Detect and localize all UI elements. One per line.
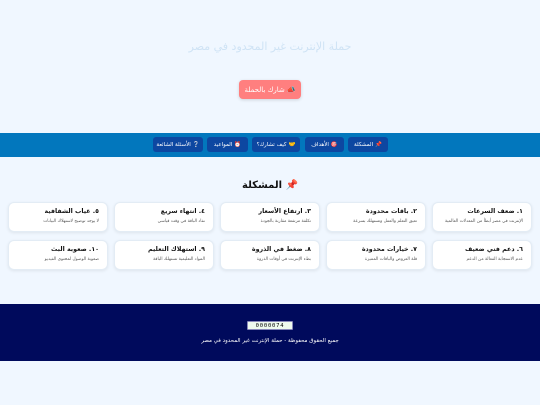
- pin-icon: 📌: [285, 180, 298, 191]
- card-title: ٤. انتهاء سريع: [160, 208, 205, 215]
- card-description: تعيق التعلم والعمل وتستهلك بسرعة: [353, 219, 417, 224]
- problem-card: ٣. ارتفاع الأسعار تكلفة مرتفعة مقارنة با…: [220, 202, 320, 232]
- nav-item-label: المواعيد: [213, 141, 233, 148]
- handshake-icon: 🤝: [288, 141, 296, 148]
- card-description: الإنترنت في مصر أبطأ من المعدلات العالمي…: [444, 219, 523, 224]
- nav-item-problem[interactable]: 📌 المشكلة: [348, 137, 388, 152]
- hero-title: حملة الإنترنت غير المحدود في مصر: [188, 40, 352, 53]
- card-description: صعوبة الوصول لمحتوى الفيديو: [44, 257, 99, 262]
- card-title: ٧. خيارات محدودة: [361, 246, 417, 253]
- card-title: ٨. ضغط في الذروة: [251, 246, 311, 253]
- nav-item-goals[interactable]: 🎯 الأهداف: [305, 137, 344, 152]
- problem-card: ٦. دعم فني ضعيف عدم الاستجابة الفعالة من…: [432, 240, 532, 270]
- problem-section-title: 📌 المشكلة: [0, 180, 540, 191]
- card-description: تكلفة مرتفعة مقارنة بالجودة: [260, 219, 311, 224]
- target-icon: 🎯: [330, 141, 338, 148]
- problem-card: ٢. باقات محدودة تعيق التعلم والعمل وتسته…: [326, 202, 426, 232]
- card-description: قلة العروض والباقات المميزة: [364, 257, 417, 262]
- card-description: عدم الاستجابة الفعالة من الدعم: [466, 257, 524, 262]
- card-title: ١٠. صعوبة البث: [51, 246, 99, 253]
- card-description: بطء الإنترنت في أوقات الذروة: [256, 257, 311, 262]
- problem-card: ٤. انتهاء سريع نفاد الباقة في وقت قياسي: [114, 202, 214, 232]
- footer: [0, 304, 540, 361]
- card-title: ١. ضعف السرعات: [467, 208, 523, 215]
- join-campaign-label: شارك بالحملة: [244, 85, 285, 94]
- copyright-text: جميع الحقوق محفوظة - حملة الإنترنت غير ا…: [201, 338, 339, 344]
- nav-item-faq[interactable]: ❔ الأسئلة الشائعة: [153, 137, 203, 152]
- problem-title-text: المشكلة: [242, 180, 283, 191]
- nav-item-schedule[interactable]: ⏰ المواعيد: [207, 137, 248, 152]
- pin-icon: 📌: [375, 141, 382, 148]
- nav-item-label: المشكلة: [354, 141, 374, 148]
- card-title: ٦. دعم فني ضعيف: [464, 246, 523, 253]
- nav-item-label: الأسئلة الشائعة: [156, 141, 191, 148]
- question-mark-icon: ❔: [192, 141, 200, 148]
- card-title: ٩. استهلاك التعليم: [148, 246, 205, 253]
- card-title: ٥. غياب الشفافية: [44, 208, 99, 215]
- card-description: لا يوجد توضيح لاستهلاك البيانات: [43, 219, 99, 224]
- alarm-clock-icon: ⏰: [234, 141, 242, 148]
- problem-card: ٥. غياب الشفافية لا يوجد توضيح لاستهلاك …: [8, 202, 108, 232]
- nav-bar: 📌 المشكلة 🎯 الأهداف 🤝 كيف تشارك؟ ⏰ الموا…: [0, 133, 540, 157]
- hero-section: حملة الإنترنت غير المحدود في مصر 📣 شارك …: [0, 0, 540, 133]
- card-description: نفاد الباقة في وقت قياسي: [157, 219, 205, 224]
- card-title: ٣. ارتفاع الأسعار: [258, 208, 311, 215]
- megaphone-icon: 📣: [286, 85, 296, 94]
- problem-card: ٩. استهلاك التعليم المواد التعليمية تسته…: [114, 240, 214, 270]
- nav-item-label: الأهداف: [311, 141, 329, 148]
- card-description: المواد التعليمية تستهلك الباقة: [153, 257, 205, 262]
- problem-card: ١٠. صعوبة البث صعوبة الوصول لمحتوى الفيد…: [8, 240, 108, 270]
- problem-card: ١. ضعف السرعات الإنترنت في مصر أبطأ من ا…: [432, 202, 532, 232]
- nav-item-label: كيف تشارك؟: [256, 141, 287, 148]
- problem-card: ٨. ضغط في الذروة بطء الإنترنت في أوقات ا…: [220, 240, 320, 270]
- problem-card: ٧. خيارات محدودة قلة العروض والباقات الم…: [326, 240, 426, 270]
- nav-item-participate[interactable]: 🤝 كيف تشارك؟: [252, 137, 300, 152]
- join-campaign-button[interactable]: 📣 شارك بالحملة: [239, 80, 301, 99]
- visitor-counter: 0000074: [247, 321, 293, 330]
- card-title: ٢. باقات محدودة: [365, 208, 417, 215]
